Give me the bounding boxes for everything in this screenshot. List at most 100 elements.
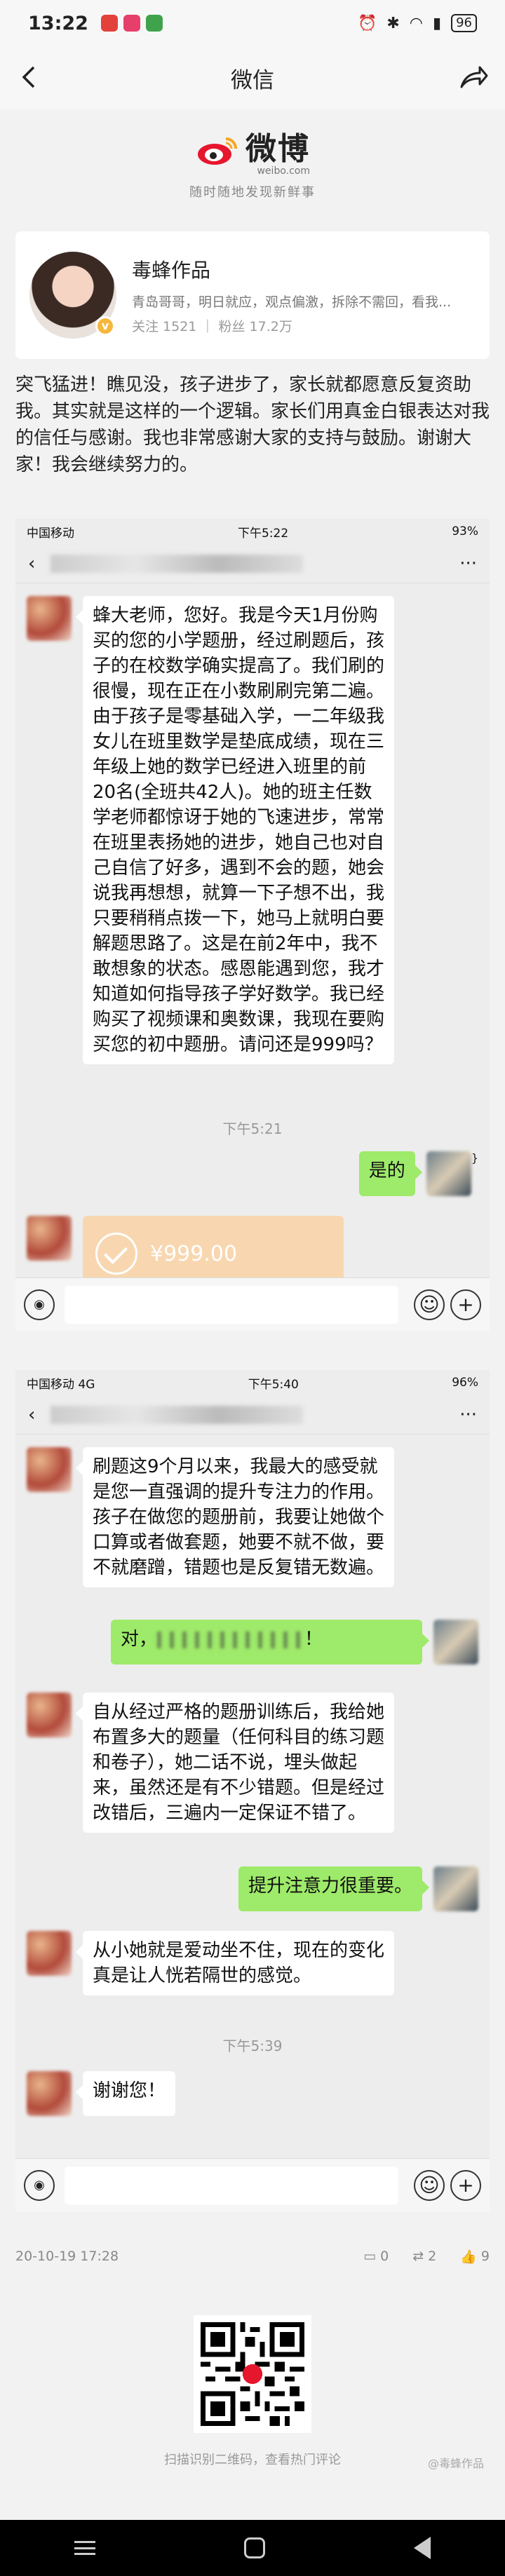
app-notification-icon (145, 15, 163, 32)
chat-input-field[interactable] (65, 1285, 398, 1324)
parent-avatar (27, 1216, 72, 1261)
chat-status-time: 下午5:40 (248, 1377, 299, 1392)
chat-reply: 对， ！ (111, 1620, 478, 1665)
weibo-domain: weibo.com (257, 165, 310, 177)
qr-code-icon (201, 2322, 304, 2426)
status-bar: 13:22 ⏰ ✱ ◠ ▮ 96 (0, 0, 505, 46)
reply-bubble: 是的 (358, 1151, 422, 1196)
parent-avatar (27, 1693, 72, 1737)
parent-avatar (27, 1447, 72, 1492)
repost-button[interactable]: ⇄ 2 (412, 2249, 436, 2265)
like-button[interactable]: 👍 9 (460, 2249, 490, 2265)
weibo-eye-icon (198, 137, 237, 165)
chat-message: 从小她就是爱动坐不住，现在的变化真是让人恍若隔世的感觉。 (27, 1931, 394, 1995)
battery-indicator: 96 (451, 14, 477, 32)
weibo-header: 微博 weibo.com 随时随地发现新鲜事 (0, 109, 505, 215)
chat-input-field[interactable] (65, 2166, 398, 2204)
chat-back-icon[interactable]: ‹ (28, 1404, 35, 1425)
back-icon[interactable] (414, 2537, 431, 2559)
watermark: @毒蜂作品 (427, 2457, 484, 2470)
parent-avatar (27, 596, 72, 641)
teacher-avatar (433, 1866, 478, 1911)
like-count: 9 (480, 2249, 490, 2264)
plus-icon[interactable]: + (450, 1289, 481, 1320)
carrier-label: 中国移动 4G (27, 1377, 95, 1392)
chat-timestamp: 下午5:21 (222, 1120, 283, 1137)
repost-icon: ⇄ (412, 2249, 424, 2264)
home-icon[interactable] (244, 2537, 265, 2558)
chat-timestamp: 下午5:39 (222, 2038, 283, 2054)
voice-icon[interactable]: ◉ (24, 2169, 55, 2201)
chat-battery: 96% (452, 1376, 478, 1390)
share-icon[interactable] (457, 62, 490, 93)
emoji-icon[interactable]: ☺ (414, 2169, 445, 2201)
comment-button[interactable]: ▭ 0 (363, 2249, 389, 2265)
message-bubble: 从小她就是爱动坐不住，现在的变化真是让人恍若隔世的感觉。 (76, 1931, 394, 1995)
profile-description: 青岛哥哥，明日就应，观点偏激，拆除不需回，看我... (132, 294, 452, 310)
message-bubble: 刷题这9个月以来，我最大的感受就是您一直强调的提升专注力的作用。孩子在做您的题册… (76, 1447, 394, 1587)
comment-icon: ▭ (363, 2249, 377, 2264)
bluetooth-icon: ✱ (386, 14, 400, 32)
chat-screenshot-2: 中国移动 4G 下午5:40 96% ‹ ··· 刷题这9个月以来，我最大的感受… (15, 1370, 490, 2211)
reply-text-end: ！ (304, 1629, 323, 1650)
alarm-icon: ⏰ (357, 14, 377, 32)
status-app-icons (100, 15, 163, 32)
more-icon[interactable]: ··· (459, 553, 477, 574)
menu-icon[interactable] (74, 2541, 95, 2555)
signal-icon: ▮ (432, 14, 442, 32)
chat-input-bar: ◉ ☺ + (15, 2158, 490, 2211)
status-right: ⏰ ✱ ◠ ▮ 96 (358, 14, 477, 32)
chat-transfer-message (27, 1216, 72, 1261)
app-notification-icon (123, 15, 140, 32)
post-date: 20-10-19 17:28 (15, 2249, 119, 2264)
chat-contact-name-redacted (50, 554, 304, 573)
chat-status-time: 下午5:22 (238, 526, 289, 541)
parent-avatar (27, 2071, 72, 2116)
chat-title-bar: ‹ ··· (15, 1395, 490, 1435)
chat-message: 刷题这9个月以来，我最大的感受就是您一直强调的提升专注力的作用。孩子在做您的题册… (27, 1447, 394, 1587)
chat-screenshot-1: 中国移动 下午5:22 93% ‹ ··· 蜂大老师，您好。我是今天1月份购买的… (15, 519, 490, 1331)
check-icon (95, 1233, 137, 1275)
profile-card[interactable]: v 毒蜂作品 青岛哥哥，明日就应，观点偏激，拆除不需回，看我... 关注 152… (15, 231, 490, 359)
status-time: 13:22 (28, 12, 88, 34)
app-notification-icon (100, 15, 118, 32)
post-actions: ▭ 0 ⇄ 2 👍 9 (363, 2249, 490, 2265)
chat-status-bar: 中国移动 下午5:22 93% (15, 519, 490, 544)
chat-title-bar: ‹ ··· (15, 544, 490, 583)
weibo-logo: 微博 weibo.com (195, 123, 310, 177)
qr-code (194, 2315, 311, 2433)
redacted-text (157, 1631, 305, 1648)
more-icon[interactable]: ··· (459, 1404, 477, 1425)
profile-name: 毒蜂作品 (132, 259, 211, 282)
message-bubble: 自从经过严格的题册训练后，我给她布置多大的题量（任何科目的练习题和卷子），她二话… (76, 1693, 394, 1833)
nav-bar: 微信 (0, 46, 505, 109)
message-bubble: 蜂大老师，您好。我是今天1月份购买的您的小学题册，经过刷题后，孩子的在校数学确实… (76, 596, 394, 1064)
reply-bubble: 对， ！ (111, 1620, 429, 1665)
teacher-avatar (426, 1151, 471, 1196)
weibo-name: 微博 (245, 131, 310, 167)
plus-icon[interactable]: + (450, 2169, 481, 2201)
avatar[interactable]: v (29, 252, 116, 339)
teacher-avatar (433, 1620, 478, 1665)
weibo-slogan: 随时随地发现新鲜事 (189, 185, 316, 200)
voice-icon[interactable]: ◉ (24, 1289, 55, 1320)
back-arrow-icon[interactable] (14, 62, 45, 93)
chat-message: 蜂大老师，您好。我是今天1月份购买的您的小学题册，经过刷题后，孩子的在校数学确实… (27, 596, 394, 1064)
chat-battery: 93% (452, 524, 478, 538)
chat-input-bar: ◉ ☺ + (15, 1277, 490, 1331)
system-nav-bar (0, 2520, 505, 2576)
chat-message: 自从经过严格的题册训练后，我给她布置多大的题量（任何科目的练习题和卷子），她二话… (27, 1693, 394, 1833)
chat-status-bar: 中国移动 4G 下午5:40 96% (15, 1370, 490, 1395)
like-icon: 👍 (460, 2249, 477, 2265)
profile-stats: 关注 1521 ｜ 粉丝 17.2万 (132, 319, 292, 334)
message-bubble: 谢谢您！ (75, 2071, 176, 2116)
chat-back-icon[interactable]: ‹ (28, 553, 35, 574)
emoji-icon[interactable]: ☺ (414, 1289, 445, 1320)
parent-avatar (27, 1931, 72, 1976)
wifi-icon: ◠ (409, 14, 423, 32)
post-footer: 20-10-19 17:28 ▭ 0 ⇄ 2 👍 9 (15, 2237, 490, 2276)
chat-contact-name-redacted (50, 1405, 304, 1424)
page-title: 微信 (231, 67, 274, 93)
comment-count: 0 (380, 2249, 389, 2264)
chat-reply: 提升注意力很重要。 (238, 1866, 478, 1911)
